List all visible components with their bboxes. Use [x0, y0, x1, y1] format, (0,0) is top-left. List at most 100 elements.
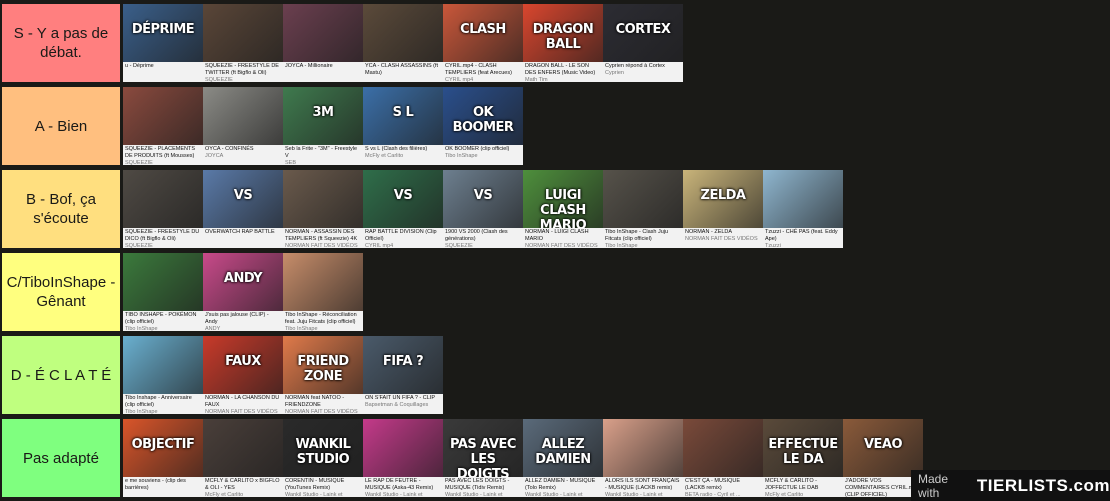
thumbnail-overlay-text: WANKIL STUDIO: [295, 437, 351, 467]
video-title: e me souviens - (clip des barrières): [125, 478, 186, 491]
tier-label-b[interactable]: B - Bof, ça s'écoute: [2, 170, 120, 248]
video-channel: Tzuzzi: [765, 243, 781, 248]
tier-item-thumbnail[interactable]: NORMAN - ASSASSIN DES TEMPLIERS (ft Sque…: [283, 170, 363, 248]
video-channel: BETA radio - Cyril et ...: [685, 492, 741, 497]
tier-item-thumbnail[interactable]: WANKIL STUDIO CORENTIN - MUSIQUE (YouTune…: [283, 419, 363, 497]
tier-item-thumbnail[interactable]: PAS AVEC LES DOIGTS PAS AVEC LES DOIGTS -…: [443, 419, 523, 497]
tier-item-thumbnail[interactable]: Tzuzzi - CHÉ PAS (feat. Eddy Ape) Tzuzzi: [763, 170, 843, 248]
thumbnail-overlay-text: ZELDA: [700, 188, 746, 203]
tier-row-d: D - É C L A T É Tibo Inshape - Anniversai…: [0, 334, 1110, 414]
tier-item-thumbnail[interactable]: FAUX NORMAN - LA CHANSON DU FAUX NORMAN FA…: [203, 336, 283, 414]
video-thumbnail-image: [683, 419, 763, 477]
tier-item-thumbnail[interactable]: JOYCA - Millionaire: [283, 4, 363, 82]
video-channel: SQUEEZIE: [125, 160, 153, 165]
video-title: NORMAN - LA CHANSON DU FAUX: [205, 395, 280, 408]
video-thumbnail-image: [123, 170, 203, 228]
thumbnail-overlay-text: S L: [392, 105, 414, 120]
tier-row-b: B - Bof, ça s'écoute SQUEEZIE - FREESTYLE…: [0, 168, 1110, 248]
tier-item-thumbnail[interactable]: Tibo InShape - Clash Juju Fitcats (clip …: [603, 170, 683, 248]
thumbnail-overlay-text: LUIGI CLASH MARIO: [539, 188, 587, 233]
tier-item-thumbnail[interactable]: FIFA ? ON S'FAIT UN FIFA ? - CLIP Bapsetma…: [363, 336, 443, 414]
video-caption: e me souviens - (clip des barrières): [123, 477, 203, 497]
video-title: C'EST ÇA - MUSIQUE (LACKB remix): [685, 478, 741, 491]
video-caption: Seb la Frite - "3M" - Freestyle V SEB: [283, 145, 363, 165]
video-title: DRAGON BALL - LE SON DES ENFERS (Music V…: [525, 63, 596, 76]
tier-item-thumbnail[interactable]: EFFECTUE LE DA MCFLY & CARLITO - JOFFECTU…: [763, 419, 843, 497]
video-thumbnail-image: [603, 170, 683, 228]
video-channel: Wankil Studio - Laink et Terracid: [525, 492, 583, 497]
video-title: Tibo InShape - Clash Juju Fitcats (clip …: [605, 229, 669, 242]
video-caption: NORMAN - ZELDA NORMAN FAIT DES VIDÉOS: [683, 228, 763, 248]
video-title: ALLEZ DAMIEN - MUSIQUE (Tolo Remix): [525, 478, 596, 491]
tier-item-thumbnail[interactable]: ALORS ILS SONT FRANÇAIS - MUSIQUE (LACKB…: [603, 419, 683, 497]
thumbnail-overlay-text: VEAO: [863, 437, 903, 452]
video-caption: NORMAN - ASSASSIN DES TEMPLIERS (ft Sque…: [283, 228, 363, 248]
video-title: JOYCA - Millionaire: [285, 63, 333, 69]
tier-item-thumbnail[interactable]: TIBO INSHAPE - POKÉMON (clip officiel) Ti…: [123, 253, 203, 331]
tier-label-a[interactable]: A - Bien: [2, 87, 120, 165]
tier-row-a: A - Bien SQUEEZIE - PLACEMENTS DE PRODUIT…: [0, 85, 1110, 165]
tier-label-c[interactable]: C/TiboInShape - Gênant: [2, 253, 120, 331]
video-thumbnail-image: [763, 170, 843, 228]
thumbnail-overlay-text: FAUX: [225, 354, 261, 369]
tier-item-thumbnail[interactable]: ALLEZ DAMIEN ALLEZ DAMIEN - MUSIQUE (Tolo…: [523, 419, 603, 497]
tier-item-thumbnail[interactable]: Tibo InShape - Réconciliation feat. Juju…: [283, 253, 363, 331]
tier-label-na[interactable]: Pas adapté: [2, 419, 120, 497]
tier-label-d[interactable]: D - É C L A T É: [2, 336, 120, 414]
video-caption: OK BOOMER (clip officiel) Tibo InShape: [443, 145, 523, 165]
tier-item-thumbnail[interactable]: CORTEX Cyprien répond à Cortex Cyprien: [603, 4, 683, 82]
tier-item-thumbnail[interactable]: C'EST ÇA - MUSIQUE (LACKB remix) BETA rad…: [683, 419, 763, 497]
tier-item-thumbnail[interactable]: SQUEEZIE - FREESTYLE DU DICO (ft Bigflo …: [123, 170, 203, 248]
tier-item-thumbnail[interactable]: VS OVERWATCH RAP BATTLE: [203, 170, 283, 248]
watermark: Made with TIERLISTS.com: [911, 470, 1110, 501]
video-thumbnail-image: [363, 419, 443, 477]
video-channel: Tibo InShape: [125, 409, 158, 414]
tier-item-thumbnail[interactable]: LUIGI CLASH MARIO NORMAN - LUIGI CLASH MA…: [523, 170, 603, 248]
tier-item-thumbnail[interactable]: Tibo Inshape - Anniversaire (clip offici…: [123, 336, 203, 414]
tier-item-thumbnail[interactable]: ANDY J'suis pas jalouse (CLIP) - Andy ANDY: [203, 253, 283, 331]
video-caption: RAP BATTLE DIVISION (Clip Officiel) CYRIL…: [363, 228, 443, 248]
video-title: NORMAN - ASSASSIN DES TEMPLIERS (ft Sque…: [285, 229, 358, 242]
video-caption: NORMAN - LA CHANSON DU FAUX NORMAN FAIT D…: [203, 394, 283, 414]
tier-item-thumbnail[interactable]: VS 1900 VS 2000 (Clash des générations) SQ…: [443, 170, 523, 248]
tier-item-thumbnail[interactable]: CLASH CYRIL.mp4 - CLASH TEMPLIERS (feat A…: [443, 4, 523, 82]
tier-item-thumbnail[interactable]: SQUEEZIE - FREESTYLE DE TWITTER (ft Bigf…: [203, 4, 283, 82]
video-title: YCA - CLASH ASSASSINS (ft Mastu): [365, 63, 439, 76]
tier-items-s: DÉPRIME u - Déprime SQUEEZIE - FREESTYLE D…: [123, 4, 683, 82]
video-title: Cyprien répond à Cortex: [605, 63, 665, 69]
video-channel: McFly et Carlito: [365, 153, 404, 159]
tier-label-s[interactable]: S - Y a pas de débat.: [2, 4, 120, 82]
video-caption: JOYCA - Millionaire: [283, 62, 363, 82]
tier-item-thumbnail[interactable]: S L S vs L (Clash des filières) McFly et C…: [363, 87, 443, 165]
video-caption: J'suis pas jalouse (CLIP) - Andy ANDY: [203, 311, 283, 331]
tier-item-thumbnail[interactable]: DRAGON BALL DRAGON BALL - LE SON DES ENFE…: [523, 4, 603, 82]
video-thumbnail-image: [123, 87, 203, 145]
video-channel: Cyprien: [605, 70, 624, 76]
video-channel: SQUEEZIE: [205, 77, 233, 82]
video-caption: ALLEZ DAMIEN - MUSIQUE (Tolo Remix) Wanki…: [523, 477, 603, 497]
tier-item-thumbnail[interactable]: 3M Seb la Frite - "3M" - Freestyle V SEB: [283, 87, 363, 165]
tier-item-thumbnail[interactable]: OBJECTIF e me souviens - (clip des barriè…: [123, 419, 203, 497]
tier-item-thumbnail[interactable]: DÉPRIME u - Déprime: [123, 4, 203, 82]
tier-item-thumbnail[interactable]: OYCA - CONFINÉS JOYCA: [203, 87, 283, 165]
tier-item-thumbnail[interactable]: ZELDA NORMAN - ZELDA NORMAN FAIT DES VIDÉO…: [683, 170, 763, 248]
video-channel: Wankil Studio - Laink et Terracid: [445, 492, 503, 497]
video-caption: OVERWATCH RAP BATTLE: [203, 228, 283, 248]
video-channel: Wankil Studio - Laink et Terracid: [285, 492, 343, 497]
tier-item-thumbnail[interactable]: FRIEND ZONE NORMAN feat NATOO - FRIENDZON…: [283, 336, 363, 414]
thumbnail-overlay-text: ANDY: [223, 271, 263, 286]
video-title: MCFLY & CARLITO x BIGFLO & OLI - YES: [205, 478, 280, 491]
tier-item-thumbnail[interactable]: MCFLY & CARLITO x BIGFLO & OLI - YES McFl…: [203, 419, 283, 497]
video-caption: OYCA - CONFINÉS JOYCA: [203, 145, 283, 165]
video-caption: YCA - CLASH ASSASSINS (ft Mastu): [363, 62, 443, 82]
video-title: OYCA - CONFINÉS: [205, 146, 254, 152]
video-thumbnail-image: [123, 253, 203, 311]
watermark-brand: TIERLISTS.com: [976, 475, 1110, 495]
tier-item-thumbnail[interactable]: OK BOOMER OK BOOMER (clip officiel) Tibo I…: [443, 87, 523, 165]
tier-item-thumbnail[interactable]: YCA - CLASH ASSASSINS (ft Mastu): [363, 4, 443, 82]
tier-item-thumbnail[interactable]: SQUEEZIE - PLACEMENTS DE PRODUITS (ft Mo…: [123, 87, 203, 165]
video-channel: ANDY: [205, 326, 221, 331]
tier-item-thumbnail[interactable]: VS RAP BATTLE DIVISION (Clip Officiel) CYR…: [363, 170, 443, 248]
tier-item-thumbnail[interactable]: LE RAP DE FEUTRE - MUSIQUE (Aska-43 Remi…: [363, 419, 443, 497]
video-title: SQUEEZIE - PLACEMENTS DE PRODUITS (ft Mo…: [125, 146, 195, 159]
